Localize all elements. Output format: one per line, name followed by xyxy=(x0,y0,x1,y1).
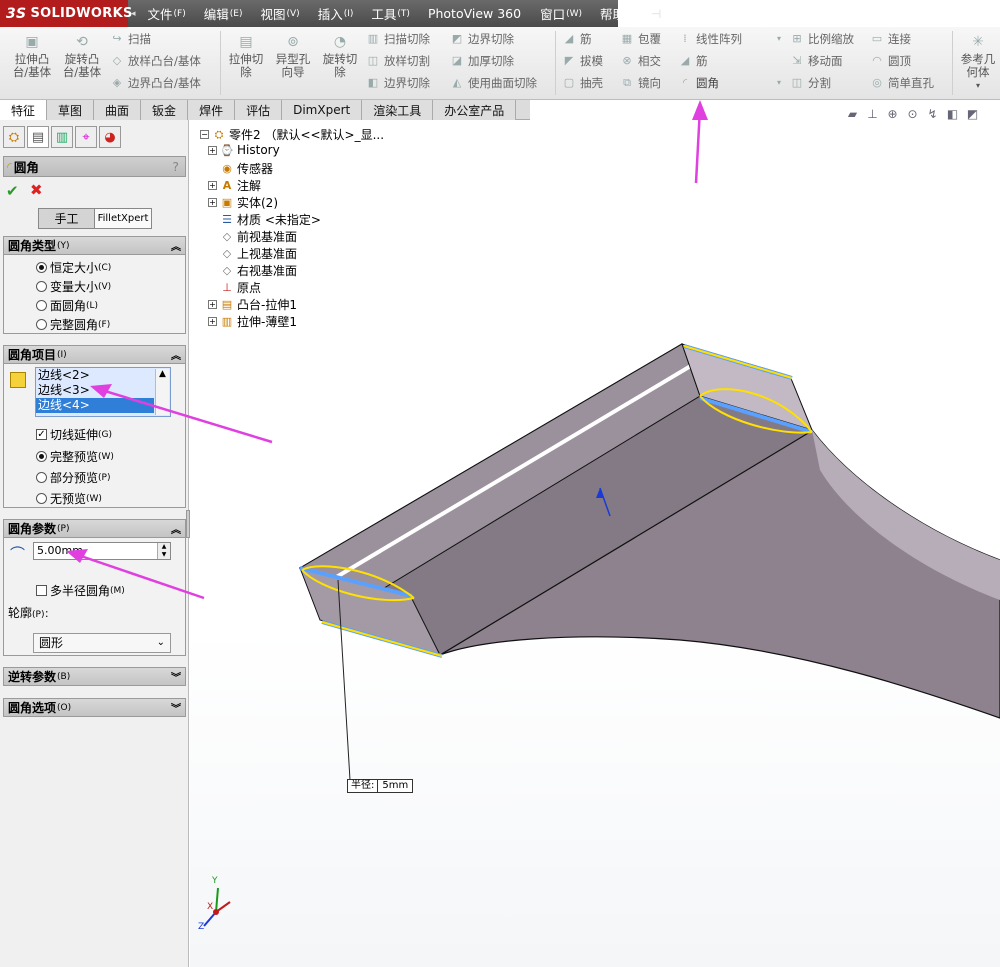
tree-item-front-plane[interactable]: ◇ 前视基准面 xyxy=(220,228,297,245)
y-axis-line xyxy=(215,887,219,913)
plane-icon: ◇ xyxy=(222,247,232,260)
tree-item-origin[interactable]: ⊥ 原点 xyxy=(220,279,261,296)
x-axis-label: X xyxy=(207,902,214,912)
tree-item-boss-extrude1[interactable]: + ▤ 凸台-拉伸1 xyxy=(208,296,297,313)
plane-icon: ◇ xyxy=(222,264,232,277)
annotation-arrow xyxy=(71,551,205,600)
part-icon: ⛭ xyxy=(214,128,224,141)
feature-tree-flyout: − ⛭ 零件2 （默认<<默认>_显... + ⌚ History ◉ 传感器 + A 注解 … xyxy=(200,124,460,334)
tree-root[interactable]: − ⛭ 零件2 （默认<<默认>_显... xyxy=(200,126,384,143)
triad-origin xyxy=(213,909,219,915)
origin-icon: ⊥ xyxy=(222,281,232,294)
annotation-arrow xyxy=(94,386,273,444)
callout-value[interactable]: 5mm xyxy=(378,780,412,792)
radius-callout[interactable]: 半径: 5mm xyxy=(347,779,414,793)
tree-item-extrude-thin1[interactable]: + ▥ 拉伸-薄壁1 xyxy=(208,313,297,330)
annotation-arrow-head xyxy=(692,100,708,120)
solid-bodies-icon: ▣ xyxy=(221,196,233,209)
history-icon: ⌚ xyxy=(220,143,234,157)
tree-item-material[interactable]: ☰ 材质 <未指定> xyxy=(220,211,321,228)
y-axis-label: Y xyxy=(212,876,218,886)
material-icon: ☰ xyxy=(222,213,232,226)
thin-extrude-feature-icon: ▥ xyxy=(221,315,233,328)
plane-icon: ◇ xyxy=(222,230,232,243)
tree-item-sensors[interactable]: ◉ 传感器 xyxy=(220,160,273,177)
tree-item-history[interactable]: + ⌚ History xyxy=(208,143,280,157)
tree-item-solid-bodies[interactable]: + ▣ 实体(2) xyxy=(208,194,278,211)
model-viewport xyxy=(66,100,1000,927)
z-axis-label: Z xyxy=(198,922,205,932)
tree-item-right-plane[interactable]: ◇ 右视基准面 xyxy=(220,262,297,279)
annotation-icon: A xyxy=(222,179,232,192)
tree-item-annotations[interactable]: + A 注解 xyxy=(208,177,261,194)
callout-label: 半径: xyxy=(348,780,379,792)
tree-item-top-plane[interactable]: ◇ 上视基准面 xyxy=(220,245,297,262)
annotation-arrow-head xyxy=(66,549,88,563)
extrude-feature-icon: ▤ xyxy=(221,298,233,311)
sensor-icon: ◉ xyxy=(222,162,232,175)
